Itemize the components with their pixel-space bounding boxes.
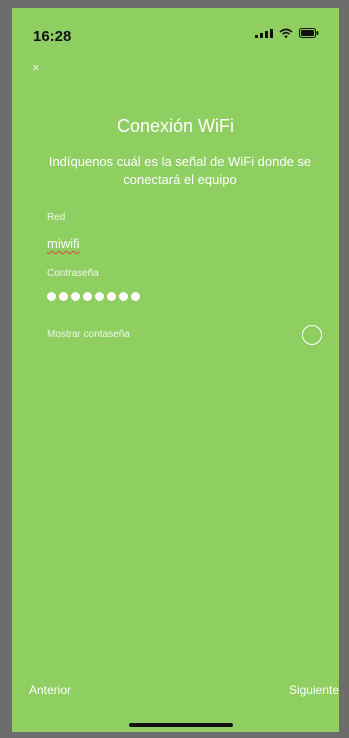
network-field[interactable]: miwifi	[47, 236, 80, 251]
password-dot	[47, 292, 56, 301]
close-icon[interactable]: ×	[32, 60, 40, 75]
password-dot	[107, 292, 116, 301]
app-screen: 16:28 × Conexión WiFi Indíquenos cuál es…	[12, 8, 339, 732]
status-icons	[255, 28, 319, 38]
password-dot	[59, 292, 68, 301]
previous-button[interactable]: Anterior	[29, 683, 71, 697]
password-dot	[83, 292, 92, 301]
frame-right-border	[339, 0, 349, 738]
show-password-label: Mostrar contaseña	[47, 329, 130, 340]
frame-top-border	[0, 0, 349, 8]
wifi-icon	[279, 28, 293, 38]
status-time: 16:28	[33, 28, 72, 45]
password-dot	[95, 292, 104, 301]
page-title: Conexión WiFi	[116, 116, 235, 136]
page-subtitle: Indíquenos cuál es la señal de WiFi dond…	[48, 154, 312, 187]
password-dot	[119, 292, 128, 301]
frame-bottom-border	[0, 732, 349, 738]
show-password-toggle[interactable]	[302, 325, 322, 345]
password-field[interactable]	[47, 292, 140, 301]
frame-left-border	[0, 0, 12, 738]
network-label: Red	[47, 212, 66, 223]
password-label: Contraseña	[47, 268, 99, 279]
battery-icon	[299, 28, 319, 38]
device-frame: 16:28 × Conexión WiFi Indíquenos cuál es…	[0, 0, 349, 738]
password-dot	[71, 292, 80, 301]
next-button[interactable]: Siguiente	[289, 683, 339, 697]
signal-icon	[255, 28, 273, 38]
password-dot	[131, 292, 140, 301]
home-indicator[interactable]	[129, 723, 233, 727]
